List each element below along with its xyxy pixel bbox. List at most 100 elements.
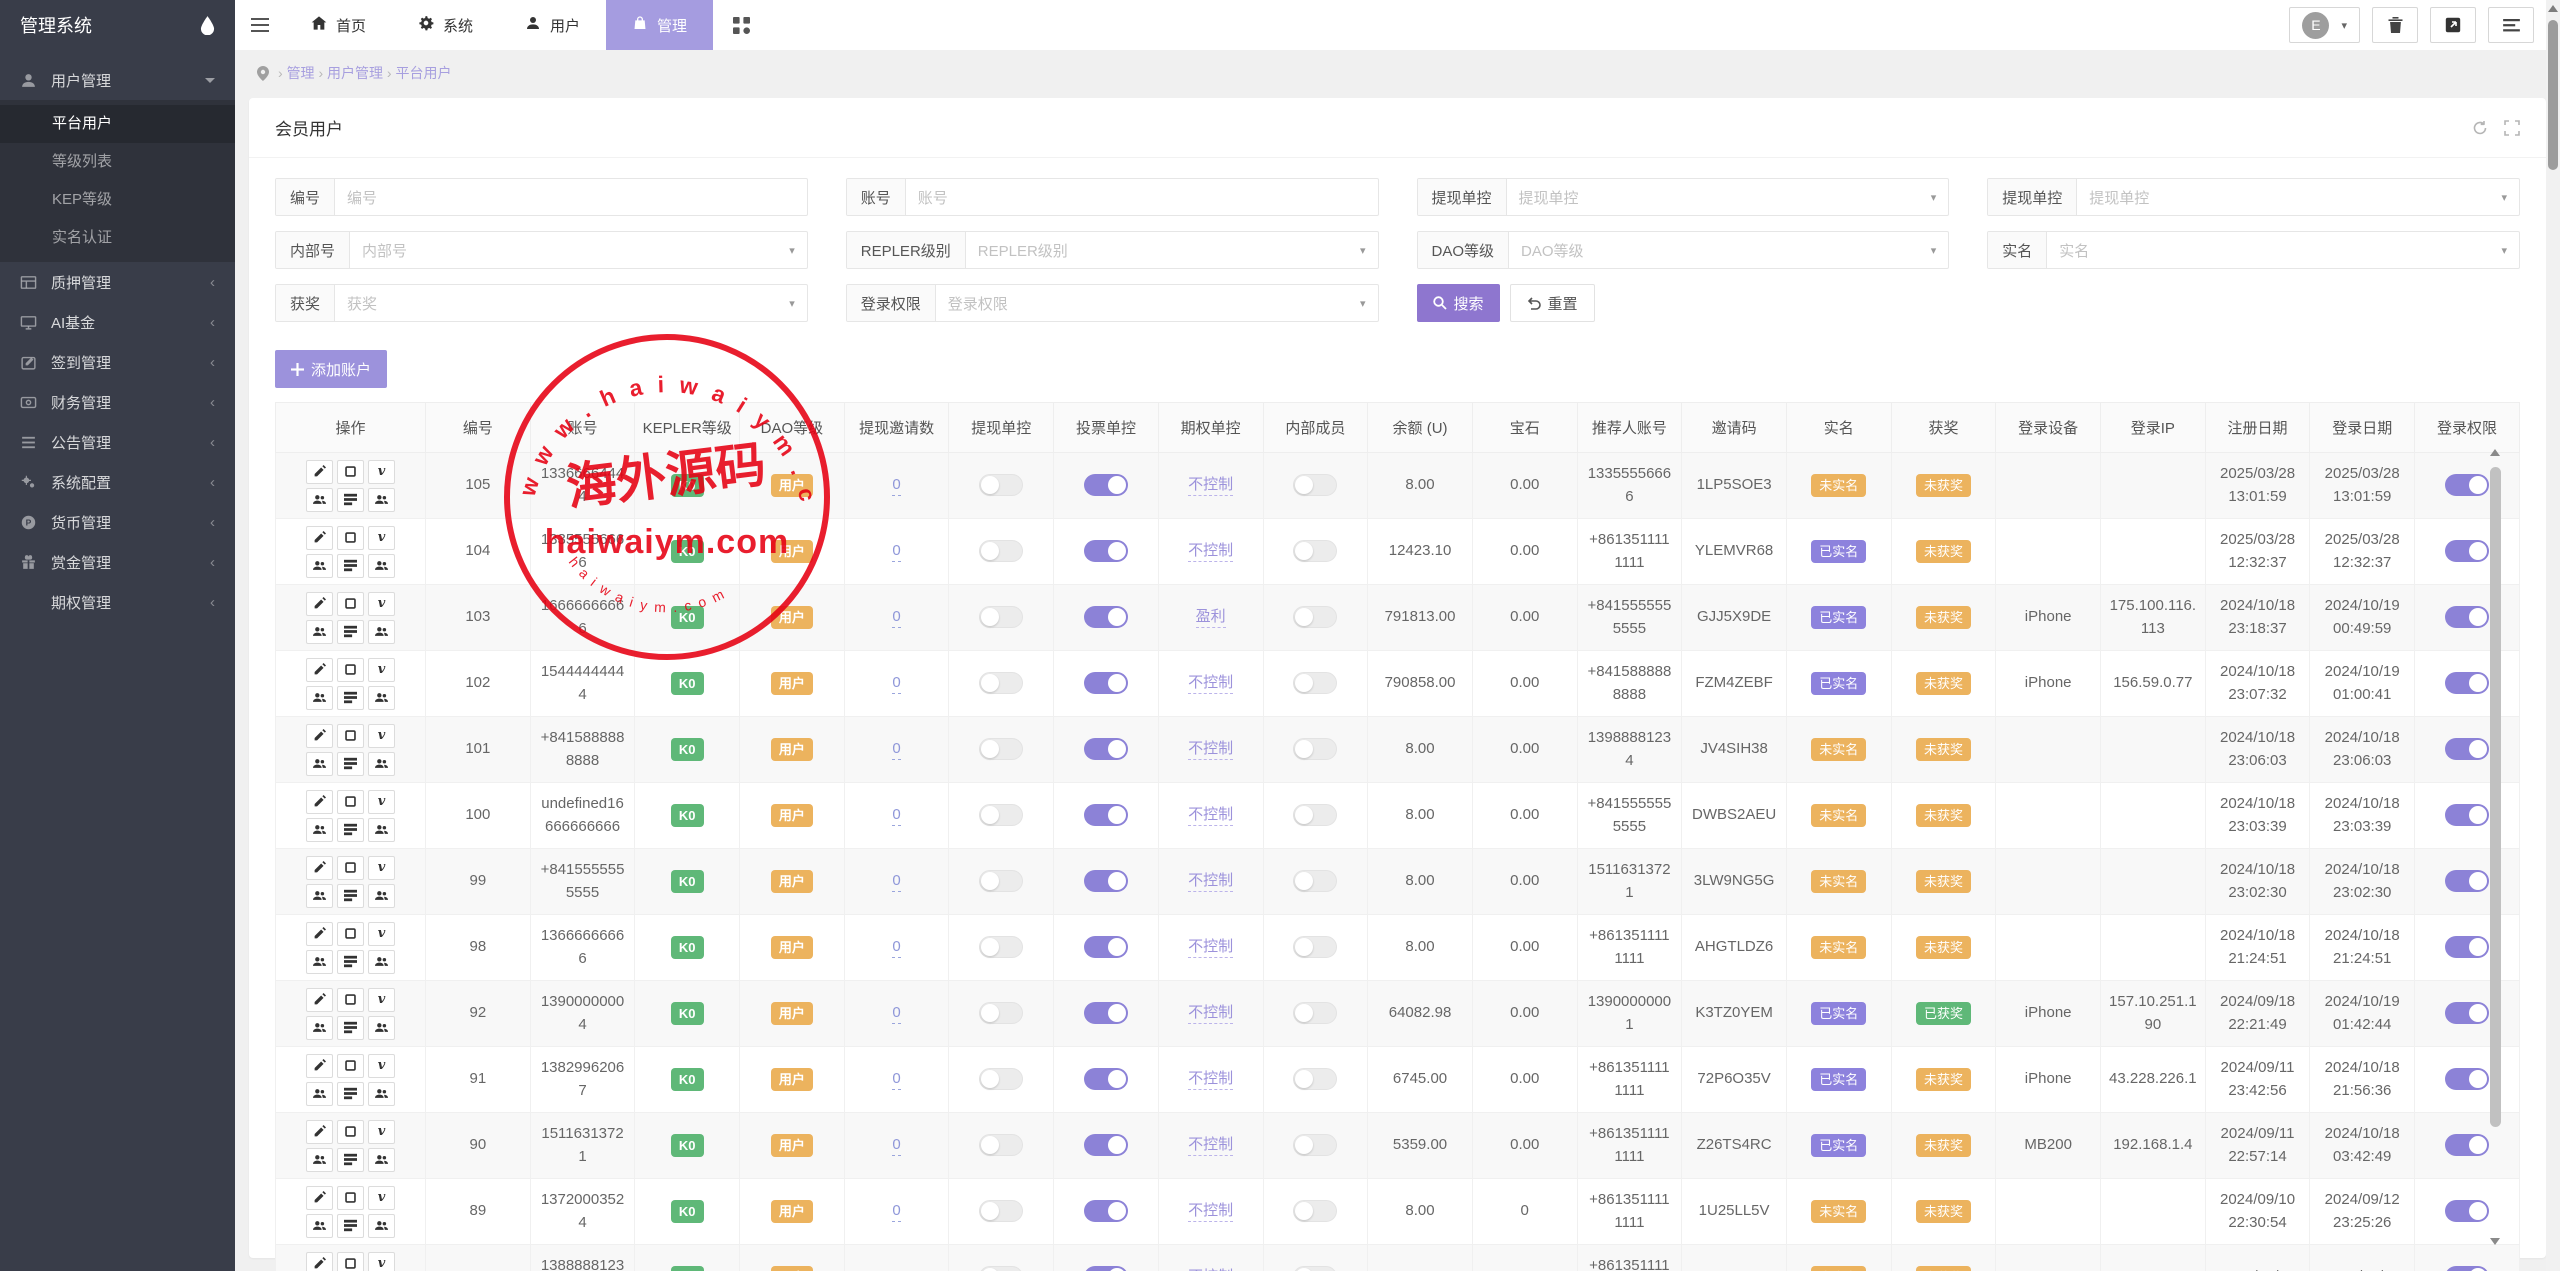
vote-toggle[interactable] xyxy=(1084,936,1128,958)
login-perm-toggle[interactable] xyxy=(2445,474,2489,496)
internal-toggle[interactable] xyxy=(1293,738,1337,760)
option-control-link[interactable]: 不控制 xyxy=(1188,542,1233,562)
edit-action-button[interactable] xyxy=(306,1054,333,1078)
v-action-button[interactable]: v xyxy=(368,1186,395,1210)
sidebar-item-质押管理[interactable]: 质押管理‹ xyxy=(0,262,235,302)
login-perm-toggle[interactable] xyxy=(2445,1002,2489,1024)
window-action-button[interactable] xyxy=(337,1120,364,1144)
invites-link[interactable]: 0 xyxy=(892,740,900,760)
hamburger-icon[interactable] xyxy=(235,0,285,50)
sidebar-item-系统配置[interactable]: 系统配置‹ xyxy=(0,462,235,502)
search-button[interactable]: 搜索 xyxy=(1417,284,1500,322)
subordinates-action-button[interactable] xyxy=(368,1082,395,1106)
window-action-button[interactable] xyxy=(337,988,364,1012)
window-action-button[interactable] xyxy=(337,922,364,946)
reset-button[interactable]: 重置 xyxy=(1510,284,1595,322)
sidebar-item-公告管理[interactable]: 公告管理‹ xyxy=(0,422,235,462)
team-action-button[interactable] xyxy=(306,752,333,776)
trash-button[interactable] xyxy=(2372,7,2418,43)
team-action-button[interactable] xyxy=(306,1016,333,1040)
v-action-button[interactable]: v xyxy=(368,724,395,748)
filter-input[interactable]: 编号 xyxy=(335,179,807,215)
login-perm-toggle[interactable] xyxy=(2445,870,2489,892)
fullscreen-button[interactable] xyxy=(2430,7,2476,43)
records-action-button[interactable] xyxy=(337,488,364,512)
v-action-button[interactable]: v xyxy=(368,1252,395,1271)
invites-link[interactable]: 0 xyxy=(892,806,900,826)
v-action-button[interactable]: v xyxy=(368,460,395,484)
team-action-button[interactable] xyxy=(306,884,333,908)
option-control-link[interactable]: 不控制 xyxy=(1188,1070,1233,1090)
subordinates-action-button[interactable] xyxy=(368,686,395,710)
edit-action-button[interactable] xyxy=(306,1120,333,1144)
v-action-button[interactable]: v xyxy=(368,922,395,946)
v-action-button[interactable]: v xyxy=(368,1054,395,1078)
v-action-button[interactable]: v xyxy=(368,658,395,682)
team-action-button[interactable] xyxy=(306,950,333,974)
internal-toggle[interactable] xyxy=(1293,1266,1337,1271)
internal-toggle[interactable] xyxy=(1293,1200,1337,1222)
edit-action-button[interactable] xyxy=(306,460,333,484)
window-action-button[interactable] xyxy=(337,1252,364,1271)
subordinates-action-button[interactable] xyxy=(368,1148,395,1172)
invites-link[interactable]: 0 xyxy=(892,938,900,958)
subordinates-action-button[interactable] xyxy=(368,752,395,776)
sidebar-subitem-平台用户[interactable]: 平台用户 xyxy=(0,105,235,143)
sidebar-item-用户管理[interactable]: 用户管理 xyxy=(0,60,235,100)
breadcrumb-item-用户管理[interactable]: 用户管理 xyxy=(327,65,383,81)
subordinates-action-button[interactable] xyxy=(368,488,395,512)
invites-link[interactable]: 0 xyxy=(892,476,900,496)
edit-action-button[interactable] xyxy=(306,526,333,550)
login-perm-toggle[interactable] xyxy=(2445,738,2489,760)
team-action-button[interactable] xyxy=(306,818,333,842)
withdraw-toggle[interactable] xyxy=(979,672,1023,694)
withdraw-toggle[interactable] xyxy=(979,1266,1023,1271)
team-action-button[interactable] xyxy=(306,1214,333,1238)
menu-list-button[interactable] xyxy=(2488,7,2534,43)
window-action-button[interactable] xyxy=(337,592,364,616)
apps-grid-icon[interactable] xyxy=(713,0,769,50)
window-action-button[interactable] xyxy=(337,856,364,880)
login-perm-toggle[interactable] xyxy=(2445,540,2489,562)
records-action-button[interactable] xyxy=(337,1082,364,1106)
internal-toggle[interactable] xyxy=(1293,606,1337,628)
page-scrollbar-thumb[interactable] xyxy=(2548,20,2558,170)
edit-action-button[interactable] xyxy=(306,790,333,814)
edit-action-button[interactable] xyxy=(306,1252,333,1271)
invites-link[interactable]: 0 xyxy=(892,1070,900,1090)
login-perm-toggle[interactable] xyxy=(2445,606,2489,628)
subordinates-action-button[interactable] xyxy=(368,950,395,974)
edit-action-button[interactable] xyxy=(306,658,333,682)
withdraw-toggle[interactable] xyxy=(979,1068,1023,1090)
login-perm-toggle[interactable] xyxy=(2445,804,2489,826)
withdraw-toggle[interactable] xyxy=(979,474,1023,496)
vote-toggle[interactable] xyxy=(1084,870,1128,892)
internal-toggle[interactable] xyxy=(1293,540,1337,562)
vote-toggle[interactable] xyxy=(1084,672,1128,694)
internal-toggle[interactable] xyxy=(1293,474,1337,496)
vote-toggle[interactable] xyxy=(1084,804,1128,826)
user-menu-button[interactable]: E ▾ xyxy=(2289,7,2360,43)
sidebar-subitem-实名认证[interactable]: 实名认证 xyxy=(0,219,235,257)
team-action-button[interactable] xyxy=(306,1148,333,1172)
sidebar-item-AI基金[interactable]: AI基金‹ xyxy=(0,302,235,342)
option-control-link[interactable]: 不控制 xyxy=(1188,740,1233,760)
internal-toggle[interactable] xyxy=(1293,1068,1337,1090)
window-action-button[interactable] xyxy=(337,460,364,484)
withdraw-toggle[interactable] xyxy=(979,1200,1023,1222)
v-action-button[interactable]: v xyxy=(368,526,395,550)
invites-link[interactable]: 0 xyxy=(892,1202,900,1222)
option-control-link[interactable]: 不控制 xyxy=(1188,476,1233,496)
withdraw-toggle[interactable] xyxy=(979,804,1023,826)
filter-select[interactable]: 获奖▾ xyxy=(335,285,807,321)
subordinates-action-button[interactable] xyxy=(368,884,395,908)
invites-link[interactable]: 0 xyxy=(892,1136,900,1156)
withdraw-toggle[interactable] xyxy=(979,606,1023,628)
scroll-up-icon[interactable] xyxy=(2490,449,2500,456)
withdraw-toggle[interactable] xyxy=(979,1002,1023,1024)
window-action-button[interactable] xyxy=(337,526,364,550)
records-action-button[interactable] xyxy=(337,686,364,710)
add-account-button[interactable]: 添加账户 xyxy=(275,350,387,388)
option-control-link[interactable]: 盈利 xyxy=(1196,608,1226,628)
subordinates-action-button[interactable] xyxy=(368,554,395,578)
